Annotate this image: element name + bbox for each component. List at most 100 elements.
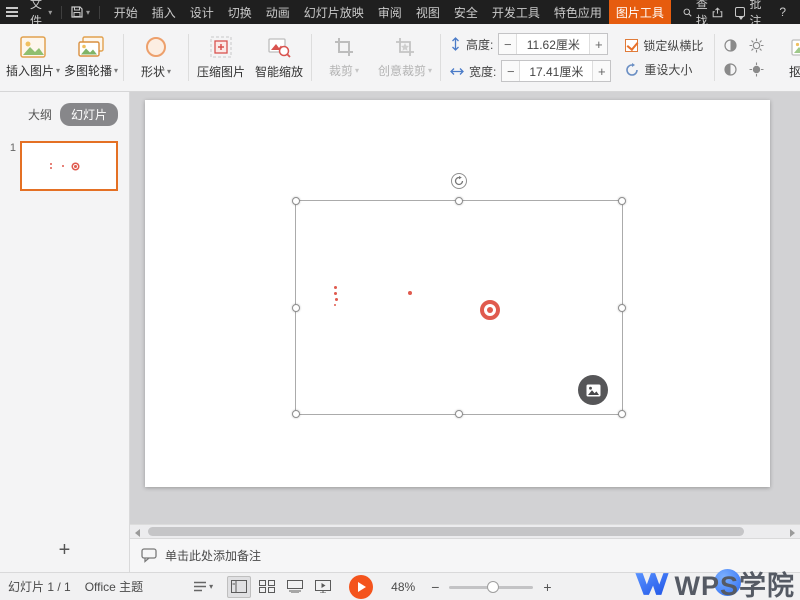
resize-handle-top[interactable] <box>455 197 463 205</box>
help-button[interactable]: ? <box>779 5 786 19</box>
editing-canvas[interactable] <box>130 92 800 524</box>
zoom-out-button[interactable]: − <box>431 579 439 595</box>
lock-aspect-ratio-checkbox[interactable]: 锁定纵横比 <box>625 37 703 54</box>
zoom-slider[interactable] <box>449 580 533 594</box>
theme-name[interactable]: Office 主题 <box>85 578 143 595</box>
wps-presentation-window: 文件 ▾ ▾ 开始 插入 设计 切换 动画 幻灯片放映 审阅 视图 安全 开发工… <box>0 0 800 600</box>
width-value[interactable]: 17.41厘米 <box>520 63 592 80</box>
scroll-left-arrow-icon[interactable] <box>135 529 140 537</box>
titlebar-separator <box>99 6 100 19</box>
tab-animation[interactable]: 动画 <box>259 0 297 24</box>
ribbon-tabs: 开始 插入 设计 切换 动画 幻灯片放映 审阅 视图 安全 开发工具 特色应用 … <box>107 0 671 24</box>
tab-slideshow[interactable]: 幻灯片放映 <box>297 0 371 24</box>
compress-picture-icon <box>209 35 233 59</box>
thumb-red-dot <box>62 165 64 167</box>
cutout-icon <box>790 37 800 59</box>
contrast-up-icon[interactable] <box>723 38 738 53</box>
play-slideshow-button[interactable] <box>349 575 373 599</box>
chevron-down-icon: ▾ <box>209 582 213 591</box>
tab-developer[interactable]: 开发工具 <box>485 0 547 24</box>
toolbar-separator <box>440 34 441 81</box>
rotate-handle[interactable] <box>451 173 467 189</box>
hamburger-menu-icon <box>6 7 18 17</box>
tab-home[interactable]: 开始 <box>107 0 145 24</box>
tab-outline[interactable]: 大纲 <box>28 106 52 123</box>
smart-zoom-button[interactable]: 智能缩放 <box>250 27 308 88</box>
brightness-up-icon[interactable] <box>749 38 764 53</box>
reading-view-button[interactable] <box>283 576 307 598</box>
compress-picture-button[interactable]: 压缩图片 <box>192 27 250 88</box>
horizontal-scrollbar[interactable] <box>130 524 800 538</box>
resize-handle-bottom-right[interactable] <box>618 410 626 418</box>
zoom-slider-knob[interactable] <box>487 581 499 593</box>
slide-thumbnail[interactable] <box>20 141 118 191</box>
insert-picture-button[interactable]: 插入图片▾ <box>4 27 62 88</box>
checkbox-checked-icon <box>625 39 638 52</box>
slide-sorter-view-button[interactable] <box>255 576 279 598</box>
reset-size-label: 重设大小 <box>644 61 692 78</box>
width-decrease-button[interactable]: − <box>502 61 520 81</box>
height-value[interactable]: 11.62厘米 <box>517 36 589 53</box>
resize-handle-bottom[interactable] <box>455 410 463 418</box>
horizontal-scrollbar-thumb[interactable] <box>148 527 744 536</box>
width-increase-button[interactable]: + <box>592 61 610 81</box>
brightness-down-icon[interactable] <box>749 62 764 77</box>
statusbar-menu-button[interactable]: ▾ <box>193 581 213 592</box>
toolbar-separator <box>188 34 189 81</box>
picture-adjust-group <box>718 27 769 88</box>
height-increase-button[interactable]: + <box>589 34 607 54</box>
scroll-right-arrow-icon[interactable] <box>790 529 795 537</box>
thumb-red-dot <box>50 163 52 165</box>
resize-handle-right[interactable] <box>618 304 626 312</box>
height-decrease-button[interactable]: − <box>499 34 517 54</box>
share-icon[interactable] <box>712 6 723 19</box>
toolbar-separator <box>714 34 715 81</box>
slide-number: 1 <box>0 142 16 191</box>
save-button[interactable]: ▾ <box>65 0 96 24</box>
tab-transition[interactable]: 切换 <box>221 0 259 24</box>
height-label: 高度: <box>466 36 493 53</box>
tab-slides[interactable]: 幻灯片 <box>60 103 118 126</box>
notes-placeholder[interactable]: 单击此处添加备注 <box>165 547 261 564</box>
resize-handle-left[interactable] <box>292 304 300 312</box>
slideshow-view-button[interactable] <box>311 576 335 598</box>
add-slide-button[interactable]: + <box>59 540 71 560</box>
thumb-red-dot <box>50 167 52 169</box>
toolbar-separator <box>123 34 124 81</box>
shapes-button[interactable]: 形状▾ <box>127 27 185 88</box>
multi-picture-carousel-button[interactable]: 多图轮播▾ <box>62 27 120 88</box>
resize-handle-bottom-left[interactable] <box>292 410 300 418</box>
tab-design[interactable]: 设计 <box>183 0 221 24</box>
tab-view[interactable]: 视图 <box>409 0 447 24</box>
main-menu-button[interactable] <box>0 0 24 24</box>
slide-thumbnail-row: 1 <box>0 141 129 191</box>
reset-size-button[interactable]: 重设大小 <box>625 61 703 78</box>
normal-view-button[interactable] <box>227 576 251 598</box>
tab-security[interactable]: 安全 <box>447 0 485 24</box>
zoom-in-button[interactable]: + <box>543 579 551 595</box>
normal-view-icon <box>231 580 247 593</box>
picture-selection-box[interactable] <box>295 200 623 415</box>
aspect-group: 锁定纵横比 重设大小 <box>617 27 711 88</box>
chevron-down-icon: ▾ <box>167 67 171 76</box>
cutout-background-button[interactable]: 抠除 <box>773 27 800 89</box>
tab-insert[interactable]: 插入 <box>145 0 183 24</box>
change-picture-button[interactable] <box>578 375 608 405</box>
chevron-down-icon: ▾ <box>355 66 359 75</box>
reset-size-icon <box>625 63 639 77</box>
tab-review[interactable]: 审阅 <box>371 0 409 24</box>
tab-picture-tools[interactable]: 图片工具 <box>609 0 671 24</box>
file-menu-button[interactable]: 文件 ▾ <box>24 0 58 24</box>
comment-icon <box>735 7 745 17</box>
zoom-value[interactable]: 48% <box>391 580 415 594</box>
resize-handle-top-left[interactable] <box>292 197 300 205</box>
lock-aspect-ratio-label: 锁定纵横比 <box>643 37 703 54</box>
tab-special-apps[interactable]: 特色应用 <box>547 0 609 24</box>
width-stepper: − 17.41厘米 + <box>501 60 611 82</box>
chevron-down-icon: ▾ <box>428 66 432 75</box>
contrast-down-icon[interactable] <box>723 62 738 77</box>
height-stepper: − 11.62厘米 + <box>498 33 608 55</box>
resize-handle-top-right[interactable] <box>618 197 626 205</box>
save-icon <box>71 6 83 18</box>
slide[interactable] <box>145 100 770 487</box>
